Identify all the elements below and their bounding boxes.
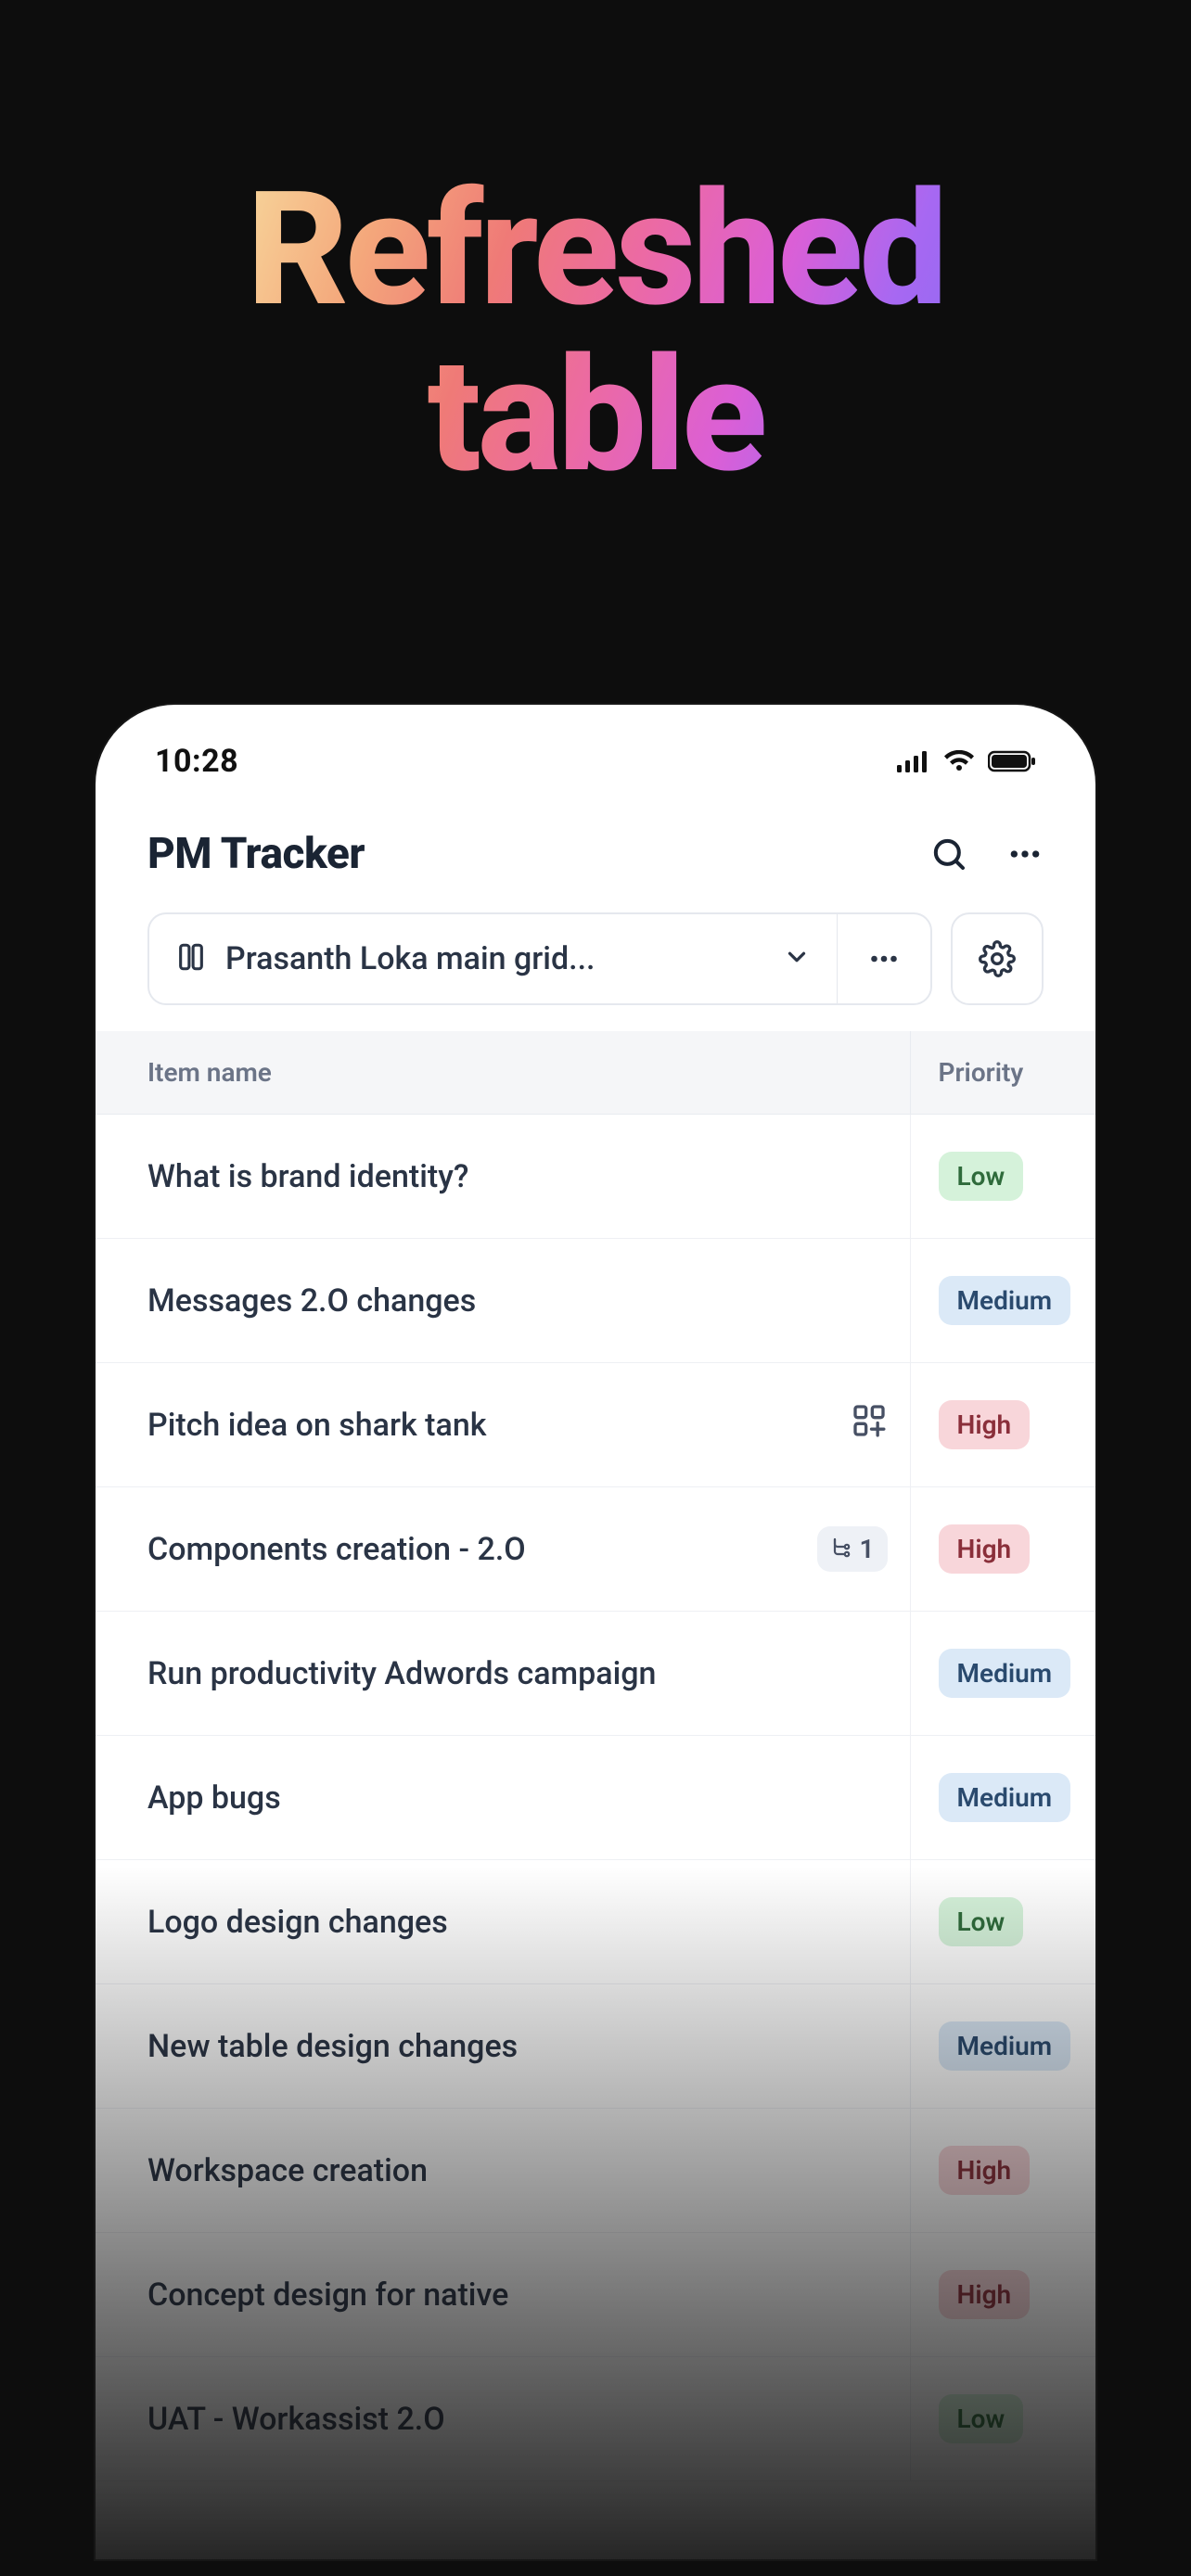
table-row[interactable]: Pitch idea on shark tank High [96, 1363, 1095, 1487]
table-row[interactable]: Logo design changes Low [96, 1860, 1095, 1984]
table-row[interactable]: UAT - Workassist 2.O Low [96, 2357, 1095, 2481]
item-name: Run productivity Adwords campaign [147, 1655, 888, 1692]
battery-icon [988, 750, 1036, 772]
more-button[interactable] [1006, 835, 1044, 873]
column-header-name[interactable]: Item name [96, 1031, 910, 1115]
priority-badge: High [939, 1400, 1031, 1449]
add-widget-icon[interactable] [851, 1402, 888, 1447]
marketing-hero: Refreshed table [0, 0, 1191, 498]
phone-mock: 10:28 PM Tracker [96, 705, 1095, 2559]
priority-badge: Medium [939, 2021, 1071, 2071]
view-more-button[interactable] [838, 914, 930, 1003]
subtask-badge[interactable]: 1 [817, 1526, 888, 1572]
priority-badge: Medium [939, 1276, 1071, 1325]
table-row[interactable]: What is brand identity? Low [96, 1115, 1095, 1239]
priority-badge: High [939, 1524, 1031, 1574]
view-dropdown[interactable]: Prasanth Loka main grid... [149, 914, 837, 1003]
subtask-count: 1 [860, 1534, 875, 1564]
priority-badge: Medium [939, 1773, 1071, 1822]
marketing-headline: Refreshed table [247, 167, 944, 498]
priority-badge: Low [939, 1897, 1024, 1946]
priority-badge: Low [939, 2394, 1024, 2443]
board-icon [175, 941, 207, 976]
table-row[interactable]: New table design changes Medium [96, 1984, 1095, 2109]
table-row[interactable]: Concept design for native High [96, 2233, 1095, 2357]
status-bar: 10:28 [96, 705, 1095, 797]
table-row[interactable]: Messages 2.O changes Medium [96, 1239, 1095, 1363]
item-name: Messages 2.O changes [147, 1282, 888, 1320]
table-row[interactable]: Workspace creation High [96, 2109, 1095, 2233]
items-table: Item name Priority What is brand identit… [96, 1031, 1095, 2481]
page-title: PM Tracker [147, 829, 365, 879]
priority-badge: High [939, 2270, 1031, 2319]
item-name: Concept design for native [147, 2276, 888, 2314]
item-name: Pitch idea on shark tank [147, 1407, 832, 1444]
headline-line-2: table [428, 323, 764, 508]
status-time: 10:28 [155, 743, 238, 780]
item-name: UAT - Workassist 2.O [147, 2401, 888, 2438]
chevron-down-icon [783, 943, 811, 975]
item-name: App bugs [147, 1779, 888, 1817]
item-name: What is brand identity? [147, 1158, 888, 1195]
priority-badge: High [939, 2146, 1031, 2195]
view-toolbar: Prasanth Loka main grid... [96, 896, 1095, 1031]
app-header: PM Tracker [96, 797, 1095, 896]
headline-line-1: Refreshed [247, 157, 944, 342]
subtask-icon [830, 1534, 852, 1564]
table-row[interactable]: Run productivity Adwords campaign Medium [96, 1612, 1095, 1736]
column-header-priority[interactable]: Priority [910, 1031, 1095, 1115]
priority-badge: Low [939, 1152, 1024, 1201]
item-name: Components creation - 2.O [147, 1531, 799, 1568]
item-name: New table design changes [147, 2028, 888, 2065]
table-row[interactable]: Components creation - 2.O 1 High [96, 1487, 1095, 1612]
view-switcher: Prasanth Loka main grid... [147, 912, 932, 1005]
priority-badge: Medium [939, 1649, 1071, 1698]
item-name: Workspace creation [147, 2152, 888, 2189]
view-label: Prasanth Loka main grid... [225, 940, 764, 977]
settings-button[interactable] [951, 912, 1044, 1005]
search-button[interactable] [930, 835, 967, 873]
cellular-icon [897, 750, 930, 772]
item-name: Logo design changes [147, 1904, 888, 1941]
wifi-icon [943, 750, 975, 772]
table-row[interactable]: App bugs Medium [96, 1736, 1095, 1860]
